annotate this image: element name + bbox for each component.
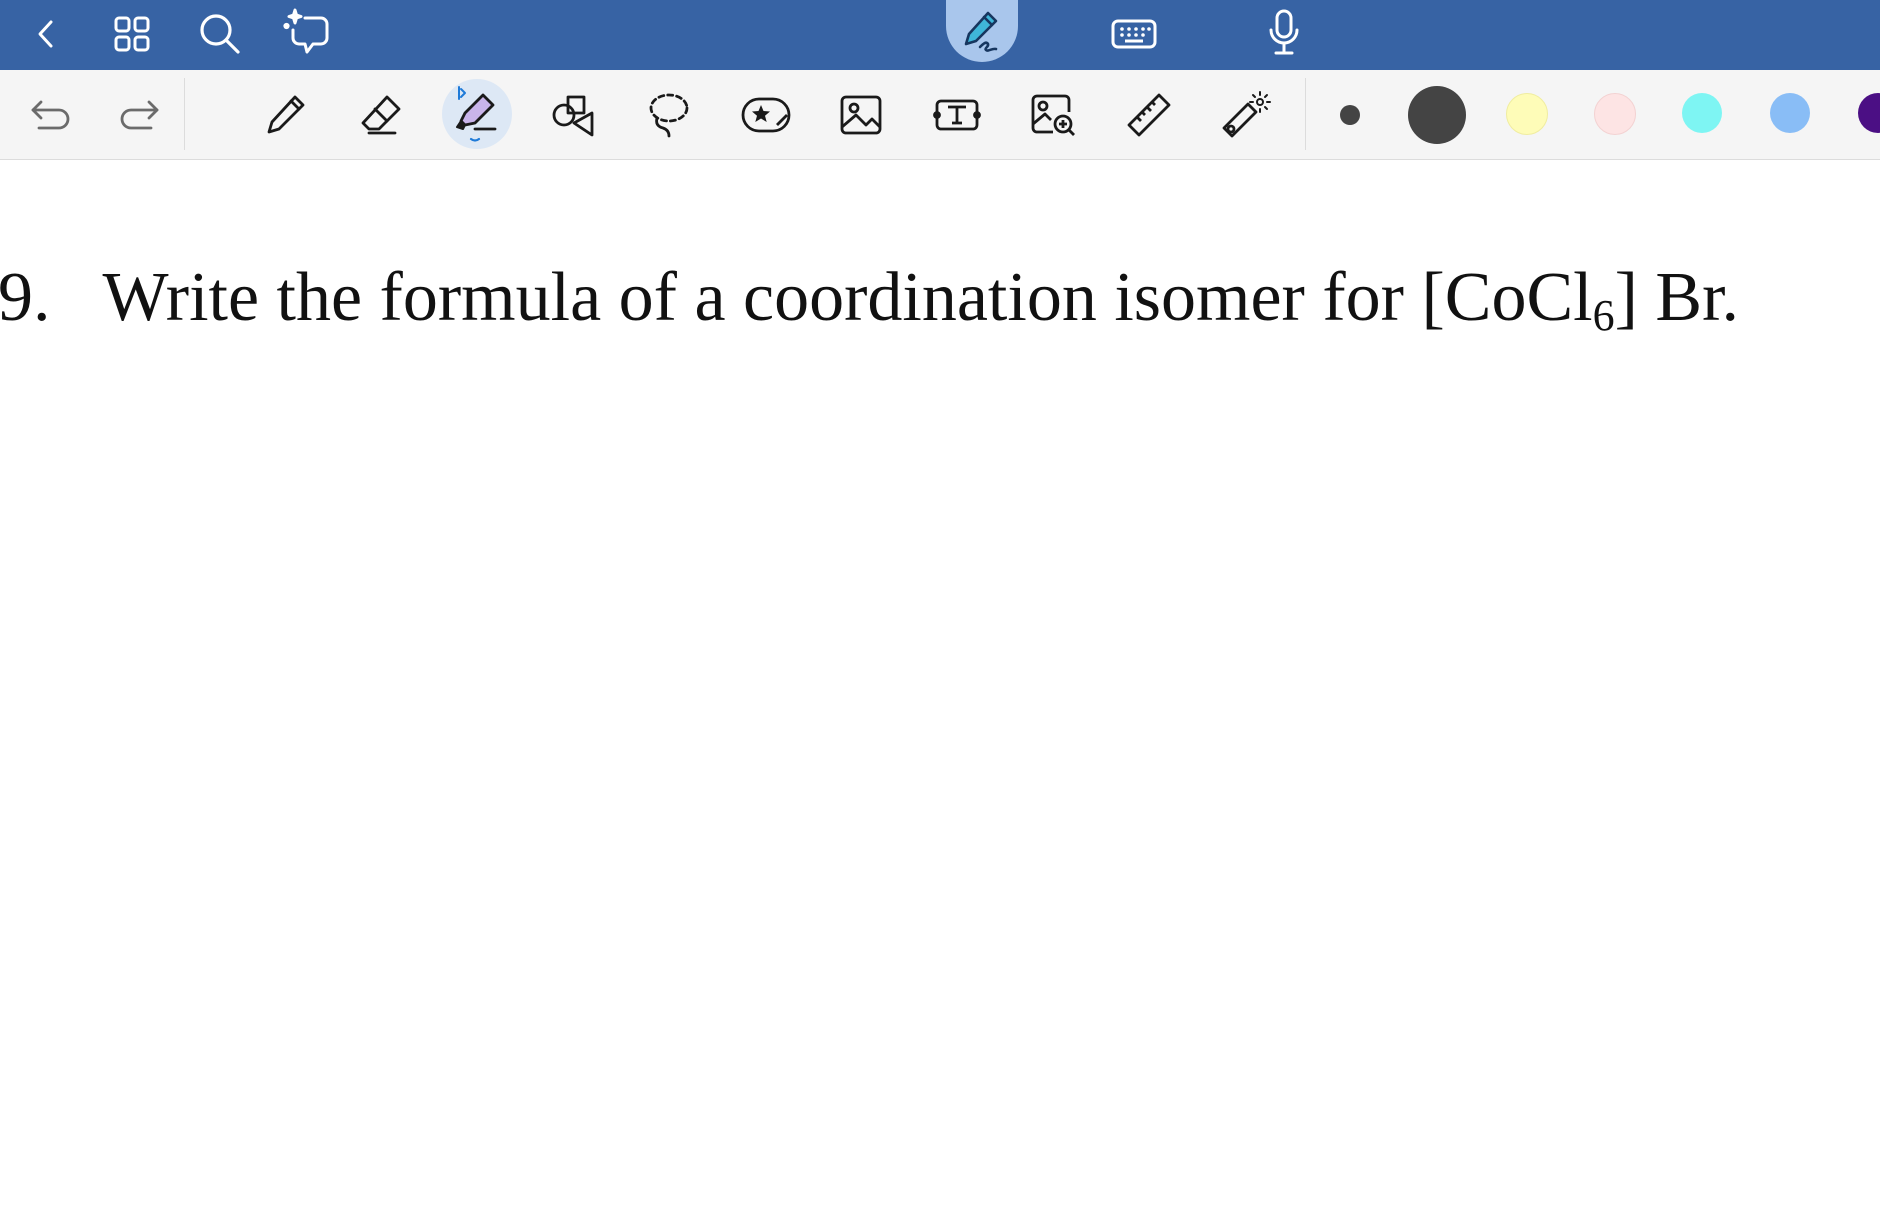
pen-mode-button[interactable] (946, 0, 1018, 62)
ruler-icon[interactable] (1110, 70, 1188, 159)
color-swatch-blue[interactable] (1770, 93, 1810, 133)
keyboard-icon[interactable] (1106, 8, 1162, 60)
image-icon[interactable] (822, 70, 900, 159)
ai-chat-icon[interactable] (280, 4, 336, 62)
shapes-icon[interactable] (534, 70, 612, 159)
color-swatch-purple[interactable] (1858, 93, 1880, 133)
sticker-icon[interactable] (726, 70, 804, 159)
color-swatch-yellow[interactable] (1506, 93, 1548, 135)
lasso-icon[interactable] (630, 70, 708, 159)
stroke-size-large[interactable] (1408, 86, 1466, 144)
search-icon[interactable] (194, 6, 246, 62)
grid-icon[interactable] (108, 8, 156, 60)
color-swatch-cyan[interactable] (1682, 93, 1722, 133)
divider (184, 78, 185, 150)
question-number: 9. (0, 259, 51, 336)
laser-pointer-icon[interactable] (1206, 70, 1284, 159)
document-page[interactable]: 9. Write the formula of a coordination is… (0, 160, 1880, 1227)
text-box-icon[interactable] (918, 70, 996, 159)
top-bar (0, 0, 1880, 70)
question-body: Write the formula of a coordination isom… (102, 259, 1593, 336)
highlighter-icon[interactable] (438, 70, 516, 159)
question-tail: ] Br. (1614, 259, 1740, 336)
divider (1305, 78, 1306, 150)
undo-icon[interactable] (12, 70, 90, 159)
microphone-icon[interactable] (1260, 4, 1308, 62)
pen-icon[interactable] (246, 70, 324, 159)
back-icon[interactable] (24, 8, 68, 60)
image-search-icon[interactable] (1014, 70, 1092, 159)
eraser-icon[interactable] (342, 70, 420, 159)
color-swatch-pink[interactable] (1594, 93, 1636, 135)
question-text: 9. Write the formula of a coordination is… (0, 258, 1739, 338)
stroke-size-small[interactable] (1340, 105, 1360, 125)
tool-bar (0, 70, 1880, 160)
redo-icon[interactable] (100, 70, 178, 159)
pen-mode-icon (958, 7, 1006, 55)
formula-subscript: 6 (1592, 291, 1615, 340)
